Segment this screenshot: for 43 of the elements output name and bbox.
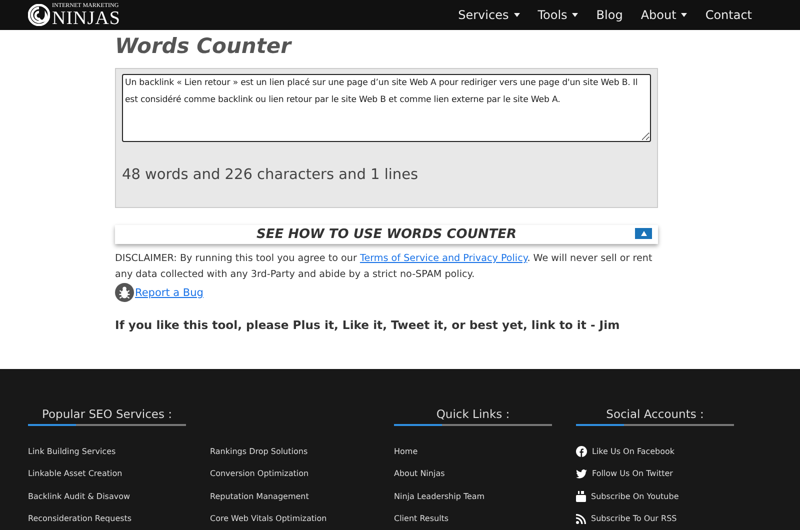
footer-heading: Quick Links :	[435, 407, 511, 423]
bug-icon	[115, 283, 134, 302]
facebook-icon	[576, 446, 587, 457]
social-link[interactable]: Subscribe On Youtube	[576, 485, 758, 508]
disclaimer-text: DISCLAIMER: By running this tool you agree to our Terms of Service and Privacy Policy. We will never sell or rent any data collected with any 3rd-Party and abide by a strict no-SPAM policy.	[115, 252, 654, 282]
logo-wordmark: NINJAS	[52, 8, 120, 28]
footer-link[interactable]: Backlink Audit & Disavow	[28, 485, 210, 508]
footer-link[interactable]: Conversion Optimization	[210, 462, 392, 485]
terms-link[interactable]: Terms of Service and Privacy Policy	[360, 253, 528, 264]
report-bug-link[interactable]: Report a Bug	[135, 286, 204, 298]
page-title: Words Counter	[115, 33, 293, 60]
nav-link[interactable]: Services	[458, 8, 520, 22]
footer-link[interactable]: Home	[394, 440, 576, 462]
footer-heading: Social Accounts :	[605, 407, 705, 423]
caret-icon	[514, 13, 520, 17]
collapse-toggle-icon	[635, 228, 652, 239]
nav-link[interactable]: Blog	[596, 8, 623, 22]
share-request-text: If you like this tool, please Plus it, Like it, Tweet it, or best yet, link to it - Jim	[115, 318, 621, 332]
result-text: 48 words and 226 characters and 1 lines	[122, 167, 420, 183]
youtube-icon	[576, 490, 586, 502]
footer-link[interactable]: Ninja Leadership Team	[394, 485, 576, 508]
social-link[interactable]: Like Us On Facebook	[576, 440, 758, 462]
nav-link[interactable]: Contact	[705, 8, 752, 22]
footer-link[interactable]: Reputation Management	[210, 485, 392, 508]
footer-heading: Popular SEO Services :	[40, 407, 174, 423]
swirl-logo-icon	[28, 4, 50, 26]
bird-icon	[576, 468, 587, 479]
nav-link[interactable]: About	[640, 8, 688, 22]
caret-icon	[572, 13, 578, 17]
footer-link[interactable]: Link Building Services	[28, 440, 210, 462]
how-to-toggle-bar[interactable]: SEE HOW TO USE WORDS COUNTER	[115, 225, 658, 244]
nav-link[interactable]: Tools	[538, 8, 578, 22]
text-input-field[interactable]: Un backlink « Lien retour » est un lien placé sur une page d’un site Web A pour rediriger vers une page d'un site Web B. Il est considéré comme backlink ou lien retour par le site Web B et comme lien externe par le site Web A.	[122, 74, 651, 142]
rss-icon	[576, 514, 586, 524]
footer-link[interactable]: Reconsideration Requests	[28, 508, 210, 530]
footer-link[interactable]: Client Results	[394, 508, 576, 530]
caret-icon	[681, 13, 688, 17]
social-link[interactable]: Follow Us On Twitter	[576, 462, 758, 485]
footer-link[interactable]: Linkable Asset Creation	[28, 462, 210, 485]
footer-link[interactable]: Core Web Vitals Optimization	[210, 508, 392, 530]
social-link[interactable]: Subscribe To Our RSS	[576, 508, 758, 530]
footer-link[interactable]: Rankings Drop Solutions	[210, 440, 392, 462]
footer-link[interactable]: About Ninjas	[394, 462, 576, 485]
